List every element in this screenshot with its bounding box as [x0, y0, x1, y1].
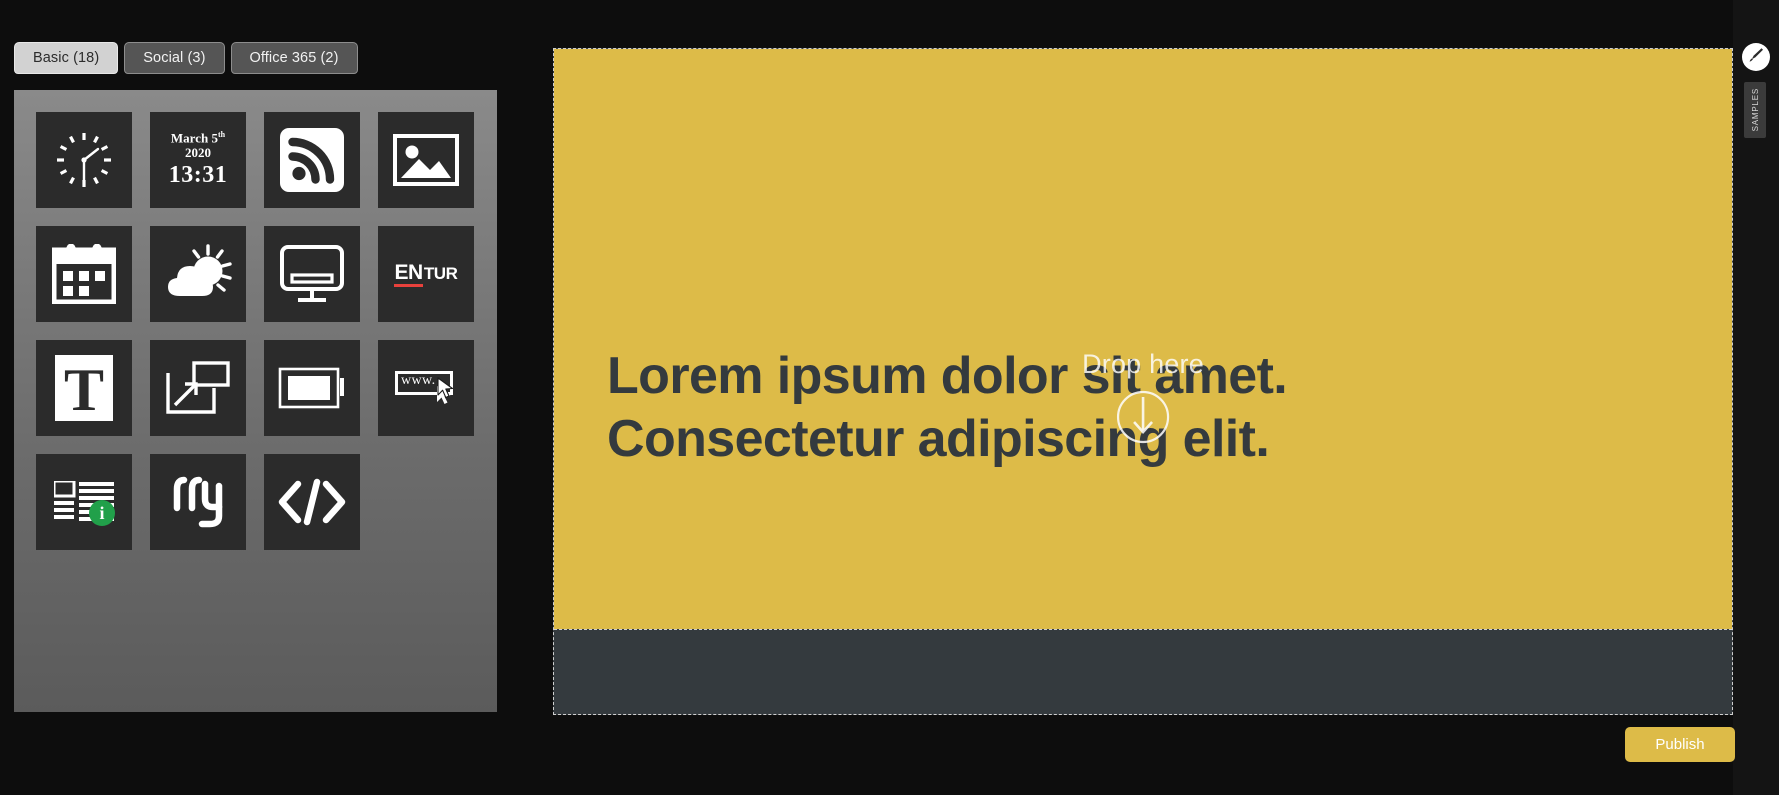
- widget-tile-flyt[interactable]: [150, 454, 246, 550]
- widget-tile-web[interactable]: www.: [378, 340, 474, 436]
- publish-button[interactable]: Publish: [1625, 727, 1735, 762]
- www-label: www.: [401, 373, 436, 388]
- widget-category-tabs: Basic (18) Social (3) Office 365 (2): [14, 42, 358, 74]
- svg-text:T: T: [64, 357, 104, 421]
- entur-logo-tur: TUR: [423, 263, 458, 283]
- cloud-sun-icon: [164, 244, 232, 304]
- widget-tile-news[interactable]: i: [36, 454, 132, 550]
- canvas-headline[interactable]: Lorem ipsum dolor sit amet. Consectetur …: [607, 345, 1427, 472]
- canvas-footer-band[interactable]: [554, 629, 1732, 714]
- flyt-logo-icon: [169, 472, 227, 532]
- widget-tile-transition[interactable]: [150, 340, 246, 436]
- datetime-date-suffix: th: [217, 129, 226, 139]
- widget-grid-container: March 5th 2020 13:31 EN TUR T www. i: [14, 90, 497, 712]
- tab-social[interactable]: Social (3): [124, 42, 225, 74]
- calendar-icon: [52, 244, 116, 304]
- widget-tile-clock[interactable]: [36, 112, 132, 208]
- monitor-icon: [279, 244, 345, 304]
- widget-tile-display[interactable]: [264, 226, 360, 322]
- datetime-preview: March 5th 2020 13:31: [168, 129, 228, 189]
- widget-grid: March 5th 2020 13:31 EN TUR T www. i: [14, 90, 497, 550]
- canvas-content-area[interactable]: Lorem ipsum dolor sit amet. Consectetur …: [554, 49, 1732, 629]
- widget-library-panel: Basic (18) Social (3) Office 365 (2) Mar…: [14, 42, 497, 712]
- widget-tile-video[interactable]: [264, 340, 360, 436]
- media-frame-icon: [278, 365, 346, 411]
- datetime-date: March 5th: [170, 129, 226, 146]
- entur-logo-en: EN: [394, 262, 423, 287]
- widget-tile-image[interactable]: [378, 112, 474, 208]
- datetime-year: 2020: [185, 144, 211, 160]
- paint-brush-button[interactable]: [1742, 43, 1770, 71]
- tab-office-365[interactable]: Office 365 (2): [230, 42, 358, 74]
- widget-tile-embed[interactable]: [264, 454, 360, 550]
- resize-window-icon: [165, 360, 231, 416]
- headline-line-1: Lorem ipsum dolor sit amet.: [607, 347, 1288, 405]
- picture-icon: [393, 134, 459, 186]
- widget-tile-datetime[interactable]: March 5th 2020 13:31: [150, 112, 246, 208]
- text-t-icon: T: [55, 355, 113, 421]
- www-browser-icon: www.: [395, 371, 457, 405]
- datetime-time: 13:31: [168, 162, 228, 189]
- headline-line-2: Consectetur adipiscing elit.: [607, 410, 1270, 469]
- samples-tab-label: SAMPLES: [1750, 88, 1760, 132]
- rss-feed-icon: [280, 128, 344, 192]
- widget-tile-text[interactable]: T: [36, 340, 132, 436]
- widget-tile-entur[interactable]: EN TUR: [378, 226, 474, 322]
- widget-tile-calendar[interactable]: [36, 226, 132, 322]
- widget-tile-rss[interactable]: [264, 112, 360, 208]
- info-badge: i: [89, 500, 115, 526]
- tab-basic[interactable]: Basic (18): [14, 42, 119, 74]
- samples-tab[interactable]: SAMPLES: [1744, 82, 1766, 138]
- entur-logo-icon: EN TUR: [394, 262, 458, 287]
- slide-canvas[interactable]: Lorem ipsum dolor sit amet. Consectetur …: [553, 48, 1733, 715]
- right-toolbar-rail: SAMPLES: [1733, 0, 1779, 795]
- paint-brush-icon: [1748, 46, 1765, 68]
- html-code-icon: [278, 478, 346, 526]
- clock-icon: [53, 129, 115, 191]
- widget-tile-weather[interactable]: [150, 226, 246, 322]
